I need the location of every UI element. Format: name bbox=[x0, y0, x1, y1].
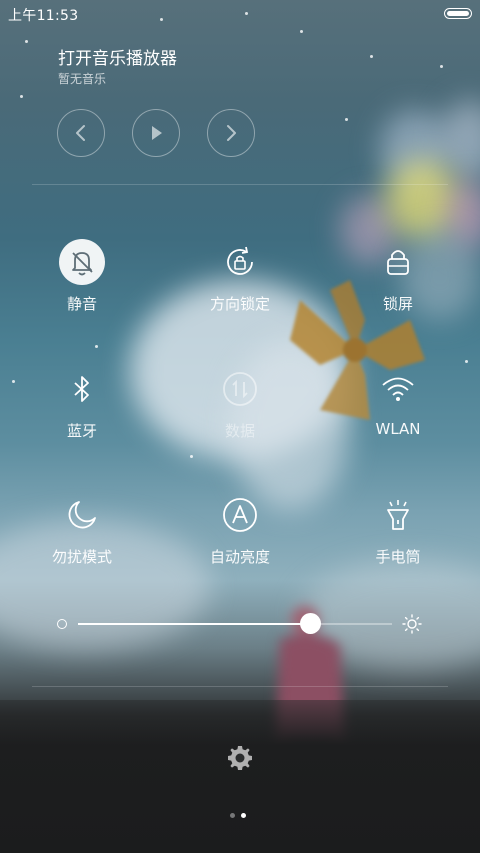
toggle-label: 方向锁定 bbox=[209, 295, 270, 313]
toggle-label: 自动亮度 bbox=[209, 548, 270, 566]
auto-brightness-icon bbox=[217, 492, 263, 538]
flashlight-icon bbox=[375, 492, 421, 538]
toggle-wlan[interactable]: WLAN bbox=[328, 366, 468, 438]
mobile-data-icon bbox=[217, 366, 263, 412]
brightness-low-icon bbox=[57, 619, 67, 629]
play-button[interactable] bbox=[132, 109, 180, 157]
toggle-lock-screen[interactable]: 锁屏 bbox=[328, 239, 468, 314]
page-dot bbox=[230, 813, 235, 818]
toggle-label: 数据 bbox=[224, 422, 255, 440]
lock-icon bbox=[375, 239, 421, 285]
toggle-label: 勿扰模式 bbox=[51, 548, 112, 566]
brightness-high-icon bbox=[402, 614, 422, 634]
toggle-mobile-data[interactable]: 数据 bbox=[170, 366, 310, 441]
page-dot-current bbox=[241, 813, 246, 818]
wifi-icon bbox=[375, 366, 421, 412]
bell-muted-icon bbox=[59, 239, 105, 285]
previous-button[interactable] bbox=[57, 109, 105, 157]
music-player-subtitle: 暂无音乐 bbox=[58, 72, 107, 86]
toggle-label: 锁屏 bbox=[382, 295, 413, 313]
music-player-title[interactable]: 打开音乐播放器 bbox=[58, 44, 177, 69]
rotation-lock-icon bbox=[217, 239, 263, 285]
toggle-label: WLAN bbox=[375, 420, 421, 438]
brightness-slider[interactable] bbox=[78, 613, 392, 634]
toggle-auto-brightness[interactable]: 自动亮度 bbox=[170, 492, 310, 567]
toggle-label: 蓝牙 bbox=[66, 422, 97, 440]
toggle-do-not-disturb[interactable]: 勿扰模式 bbox=[12, 492, 152, 567]
toggle-label: 手电筒 bbox=[375, 548, 421, 566]
gear-icon[interactable] bbox=[226, 744, 254, 772]
divider bbox=[32, 686, 448, 687]
battery-full-icon bbox=[444, 8, 472, 19]
previous-icon bbox=[76, 125, 85, 141]
bluetooth-icon bbox=[59, 366, 105, 412]
status-time: 上午11:53 bbox=[8, 8, 79, 24]
toggle-rotation-lock[interactable]: 方向锁定 bbox=[170, 239, 310, 314]
brightness-fill bbox=[78, 623, 311, 625]
next-icon bbox=[227, 125, 236, 141]
divider bbox=[32, 184, 448, 185]
toggle-mute[interactable]: 静音 bbox=[12, 239, 152, 314]
toggle-bluetooth[interactable]: 蓝牙 bbox=[12, 366, 152, 441]
status-bar: 上午11:53 bbox=[0, 0, 480, 28]
toggle-flashlight[interactable]: 手电筒 bbox=[328, 492, 468, 567]
next-button[interactable] bbox=[207, 109, 255, 157]
play-icon bbox=[152, 126, 162, 140]
page-indicator bbox=[230, 813, 246, 818]
moon-icon bbox=[59, 492, 105, 538]
toggle-label: 静音 bbox=[66, 295, 97, 313]
